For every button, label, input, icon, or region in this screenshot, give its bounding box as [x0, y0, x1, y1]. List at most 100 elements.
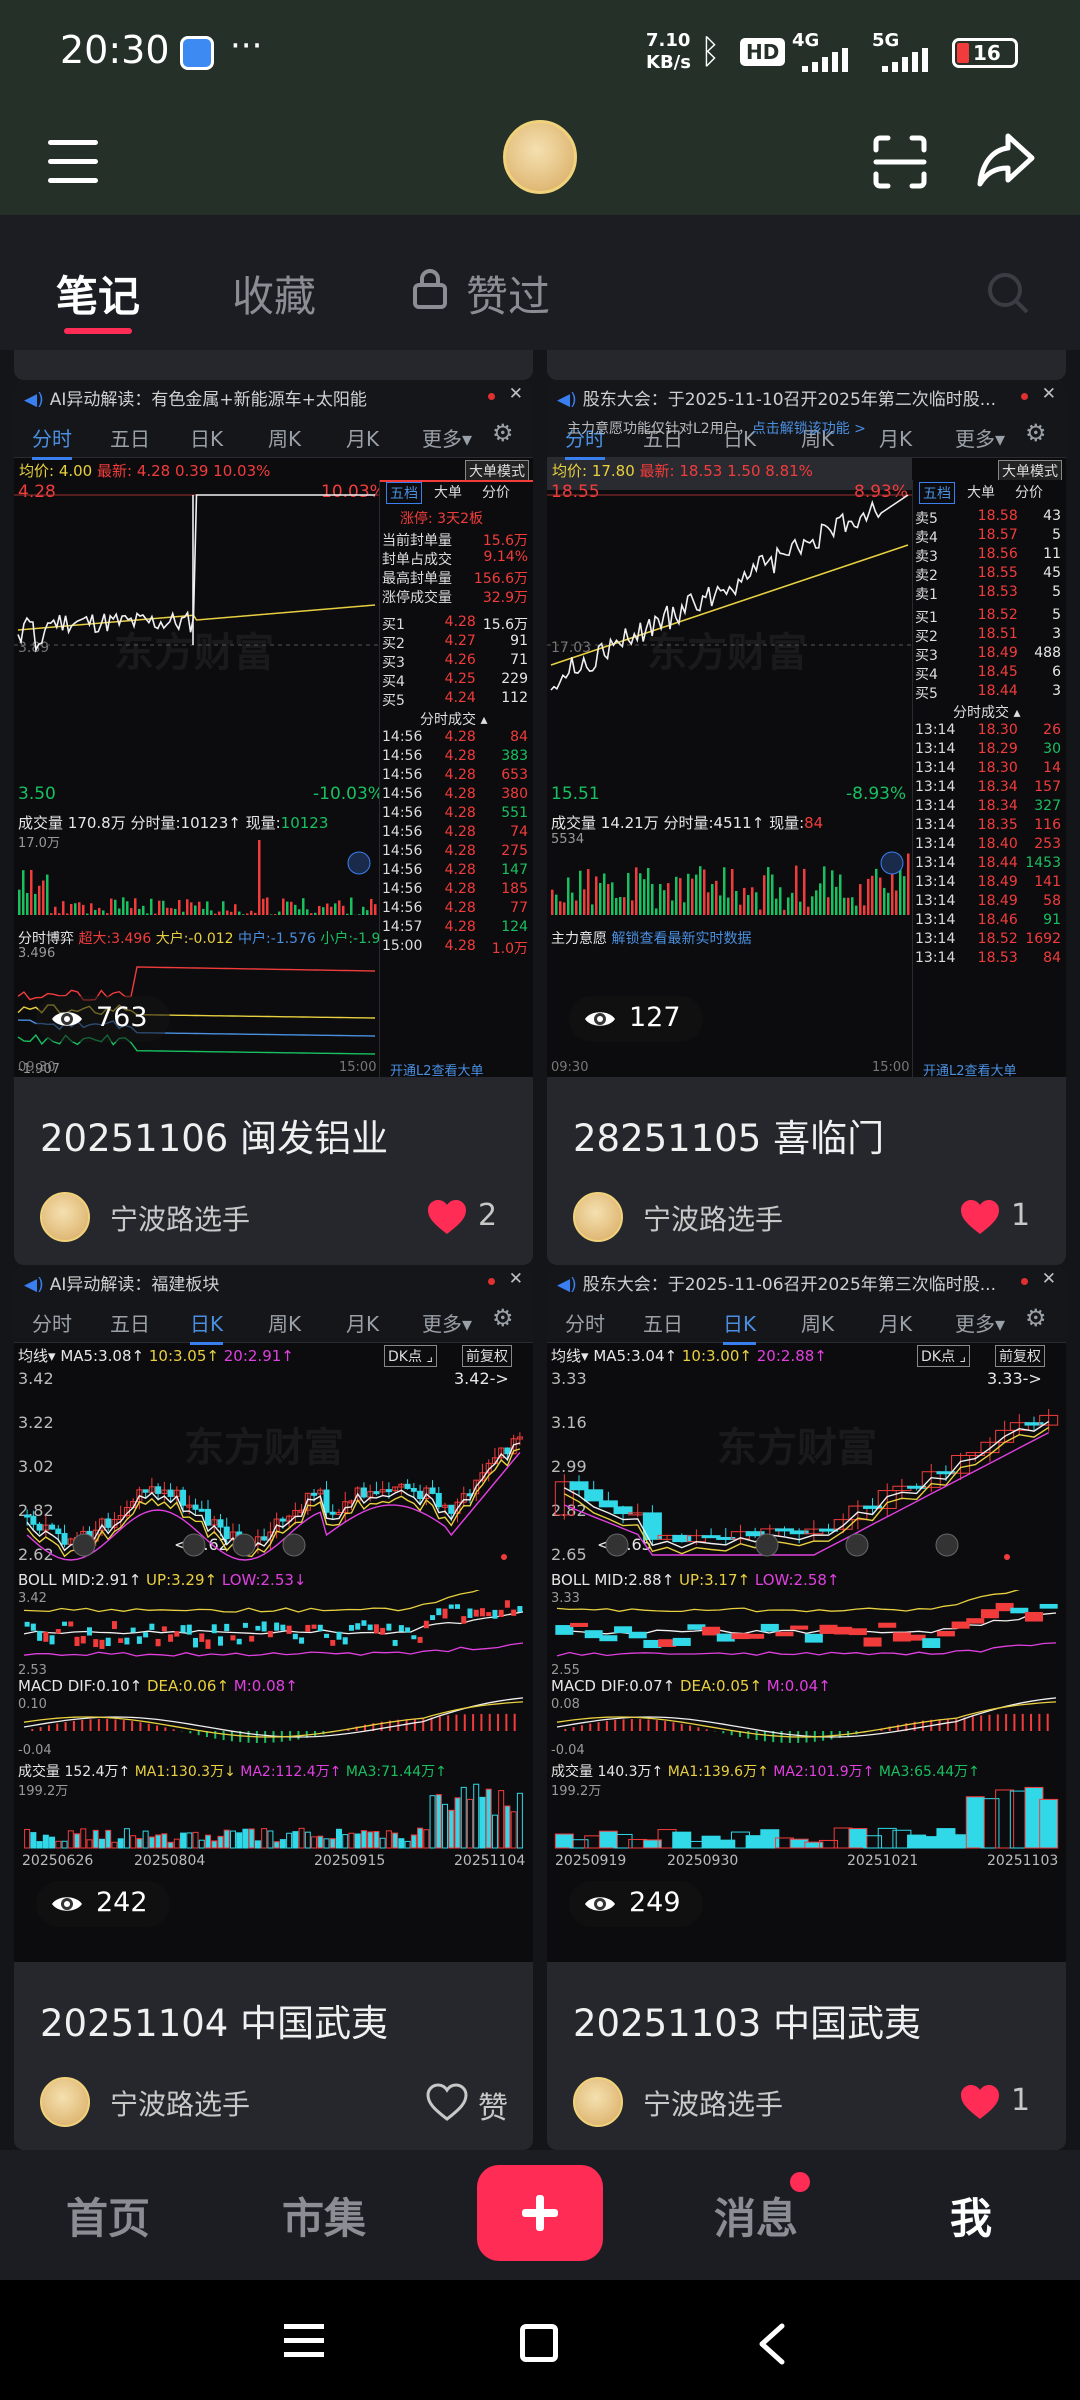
period-tab[interactable]: 日K: [190, 423, 223, 452]
period-tab[interactable]: 分时: [32, 423, 72, 460]
period-tab[interactable]: 周K: [801, 1308, 834, 1337]
period-tab[interactable]: 更多▾: [422, 1308, 472, 1337]
period-tab[interactable]: 周K: [268, 1308, 301, 1337]
macd-chart: [23, 1697, 524, 1743]
indicator-value: M:0.08↑: [233, 1677, 298, 1695]
home-icon[interactable]: [520, 2324, 558, 2362]
period-tab[interactable]: 更多▾: [422, 423, 472, 452]
volume-bar: [30, 1832, 37, 1849]
indicator-value: 现量:: [769, 814, 805, 832]
scan-icon[interactable]: [872, 134, 928, 190]
adjust-button[interactable]: 前复权: [995, 1345, 1045, 1367]
recents-icon[interactable]: [284, 2324, 324, 2358]
l2-upgrade-link[interactable]: 开通L2查看大单: [390, 1060, 484, 1077]
tab-notes[interactable]: 笔记: [56, 263, 140, 324]
period-tab[interactable]: 月K: [346, 1308, 379, 1337]
nav-home[interactable]: 首页: [66, 2185, 150, 2246]
share-icon[interactable]: [976, 130, 1036, 190]
date-label: 20250930: [667, 1853, 739, 1869]
volume-bar: [598, 1830, 618, 1849]
volume-bar: [262, 898, 265, 915]
boll-candle: [760, 1623, 779, 1632]
orderbook-tab[interactable]: 五档: [386, 482, 422, 504]
volume-bar: [647, 867, 650, 915]
orderbook-tab[interactable]: 大单: [967, 482, 995, 502]
period-tab[interactable]: 月K: [879, 1308, 912, 1337]
gear-icon[interactable]: ⚙: [1025, 419, 1047, 447]
tab-favorites[interactable]: 收藏: [232, 263, 316, 324]
period-tab[interactable]: 五日: [110, 423, 150, 452]
period-tab[interactable]: 分时: [565, 1308, 605, 1337]
big-order-mode-button[interactable]: 大单模式: [465, 460, 529, 482]
period-tab[interactable]: 月K: [879, 423, 912, 452]
period-tab[interactable]: 分时: [32, 1308, 72, 1337]
author-avatar: [573, 1192, 623, 1242]
period-tab[interactable]: 五日: [110, 1308, 150, 1337]
orderbook-cell: 18.52: [977, 607, 1018, 623]
adjust-button[interactable]: 前复权: [462, 1345, 512, 1367]
period-tab[interactable]: 更多▾: [955, 1308, 1005, 1337]
orderbook-cell: 14:56: [382, 900, 423, 916]
like-button[interactable]: 赞: [404, 2079, 514, 2126]
tab-liked[interactable]: 赞过: [466, 263, 550, 324]
boll-candle: [261, 1621, 267, 1632]
dk-point-button[interactable]: DK点 ⌟: [384, 1345, 437, 1367]
gear-icon[interactable]: ⚙: [492, 419, 514, 447]
signal-dot: [501, 1554, 507, 1560]
like-button[interactable]: 1: [937, 1194, 1047, 1240]
orderbook-tab[interactable]: 五档: [919, 482, 955, 504]
search-icon[interactable]: [986, 271, 1030, 315]
like-button[interactable]: 1: [937, 2079, 1047, 2125]
note-card[interactable]: ◀) 股东大会：于2025-11-06召开2025年第三次临时股... ✕ 分时 五日 日…: [547, 1265, 1066, 2150]
post-button[interactable]: [477, 2165, 603, 2261]
notice-text: 股东大会：于2025-11-10召开2025年第二次临时股...: [582, 390, 996, 410]
indicator-value: 4.28: [136, 462, 175, 480]
period-tab[interactable]: 更多▾: [955, 423, 1005, 452]
indicator-row: 主力意愿 解锁查看最新实时数据: [551, 928, 751, 948]
big-order-mode-button[interactable]: 大单模式: [998, 460, 1062, 482]
volume-bar: [747, 895, 750, 915]
nav-messages[interactable]: 消息: [714, 2185, 798, 2246]
back-icon[interactable]: [756, 2322, 786, 2366]
volume-bar: [335, 1828, 342, 1849]
note-card[interactable]: ◀) 股东大会：于2025-11-10召开2025年第二次临时股... ✕ 分时 五日日…: [547, 380, 1066, 1265]
orderbook-tab[interactable]: 分价: [482, 482, 510, 502]
orderbook-tab[interactable]: 分价: [1015, 482, 1043, 502]
note-card[interactable]: ◀) AI异动解读：有色金属+新能源车+太阳能 ✕ 分时 五日 日K 周K 月K 更多▾ ⚙ 均价:…: [14, 380, 533, 1265]
boll-candle: [386, 1623, 392, 1631]
volume-bar: [362, 906, 365, 915]
period-tab[interactable]: 五日: [643, 1308, 683, 1337]
volume-bar: [211, 1840, 218, 1849]
orderbook-tab[interactable]: 大单: [434, 482, 462, 502]
like-button[interactable]: 2: [404, 1194, 514, 1240]
note-card[interactable]: ◀) AI异动解读：福建板块 ✕ 分时 五日 日K 周K 月K 更多▾ ⚙ 均线▾ MA5:3.08…: [14, 1265, 533, 2150]
indicator-value: 成交量: [551, 814, 601, 832]
date-label: 20250804: [134, 1853, 206, 1869]
app-root: 20:30 ··· 7.10 KB/s ᛒ HD 4G 5G 16 笔记 收藏 …: [0, 0, 1080, 2400]
dk-point-button[interactable]: DK点 ⌟: [917, 1345, 970, 1367]
boll-candle: [380, 1627, 386, 1635]
period-tab[interactable]: 周K: [268, 423, 301, 452]
gear-icon[interactable]: ⚙: [492, 1304, 514, 1332]
period-tab[interactable]: 日K: [723, 1308, 757, 1345]
candle-body: [435, 1492, 442, 1508]
volume-bar: [348, 1832, 355, 1849]
notice-bar: ◀) AI异动解读：有色金属+新能源车+太阳能 ✕: [14, 380, 533, 414]
limit-label: 最高封单量: [382, 571, 452, 587]
nav-me[interactable]: 我: [950, 2185, 992, 2246]
volume-bar: [180, 1832, 187, 1849]
avatar[interactable]: [503, 120, 577, 194]
nav-market[interactable]: 市集: [282, 2185, 366, 2246]
volume-bar: [206, 901, 209, 915]
candle-body: [584, 1489, 604, 1502]
menu-icon[interactable]: [48, 140, 98, 184]
gear-icon[interactable]: ⚙: [1025, 1304, 1047, 1332]
boll-candle: [118, 1638, 124, 1643]
volume-bar: [42, 880, 45, 915]
volume-bar: [687, 873, 690, 915]
period-tab[interactable]: 月K: [346, 423, 379, 452]
unlock-link[interactable]: 点击解锁该功能 >: [752, 421, 866, 437]
volume-bar: [504, 1805, 511, 1849]
period-tab[interactable]: 日K: [190, 1308, 224, 1345]
l2-upgrade-link[interactable]: 开通L2查看大单: [923, 1060, 1017, 1077]
